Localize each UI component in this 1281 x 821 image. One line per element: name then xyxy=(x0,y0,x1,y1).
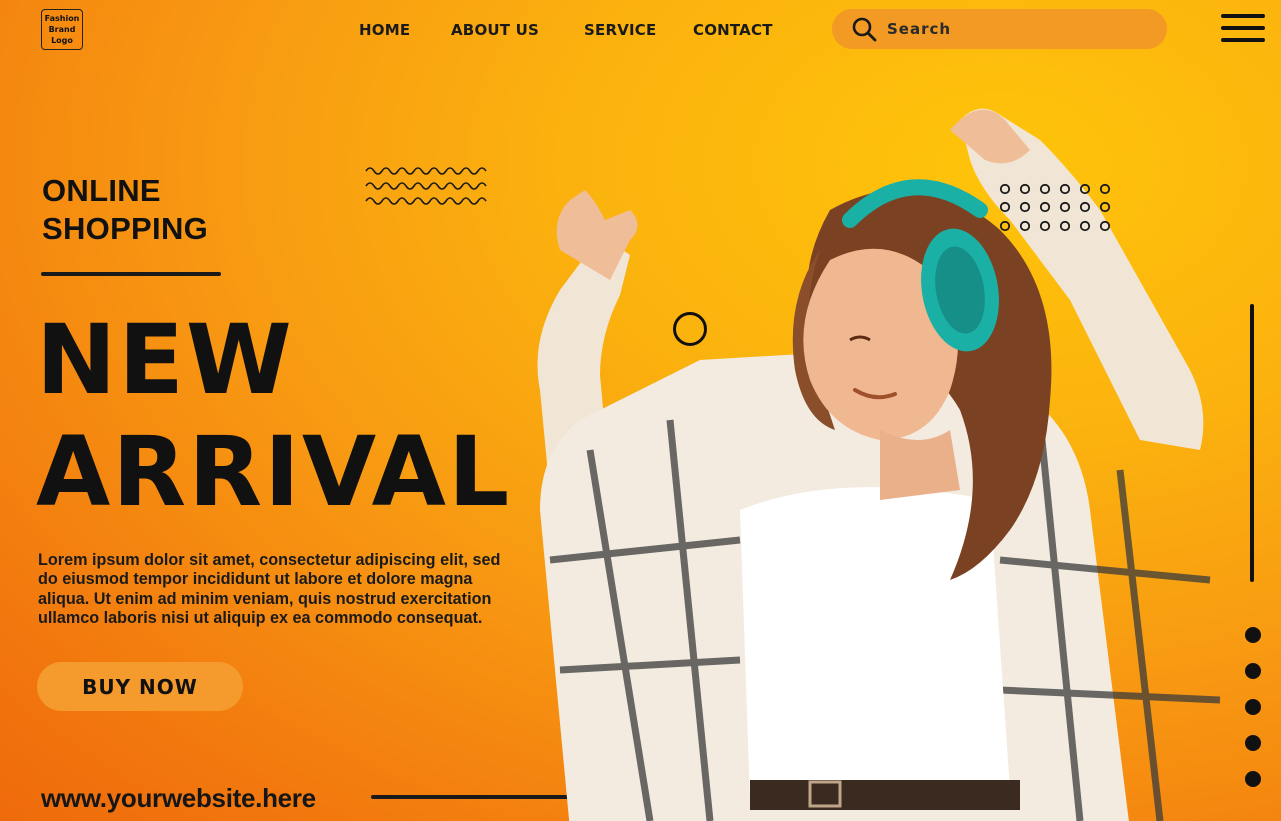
nav-service[interactable]: SERVICE xyxy=(584,21,656,39)
hamburger-menu-icon[interactable] xyxy=(1221,14,1265,44)
logo-line-1: Fashion xyxy=(44,14,80,23)
kicker-divider xyxy=(41,272,221,276)
headline-arrival: ARRIVAL xyxy=(36,416,512,528)
search-input[interactable] xyxy=(885,19,1139,39)
pager-dot-3[interactable] xyxy=(1245,699,1261,715)
wavy-lines-decoration xyxy=(365,167,487,205)
pager-dot-2[interactable] xyxy=(1245,663,1261,679)
kicker-line-2: SHOPPING xyxy=(42,211,209,246)
kicker-line-1: ONLINE xyxy=(42,173,161,208)
website-url[interactable]: www.yourwebsite.here xyxy=(41,783,316,814)
hero-description: Lorem ipsum dolor sit amet, consectetur … xyxy=(38,551,501,627)
headline-new: NEW xyxy=(36,304,294,416)
search-bar[interactable] xyxy=(832,9,1167,49)
nav-home[interactable]: HOME xyxy=(359,21,410,39)
nav-about-us[interactable]: ABOUT US xyxy=(451,21,539,39)
dot-grid-decoration-right xyxy=(999,183,1111,232)
search-icon[interactable] xyxy=(851,16,877,42)
logo-line-3: Logo xyxy=(51,36,73,45)
pager-dot-5[interactable] xyxy=(1245,771,1261,787)
pager-dot-4[interactable] xyxy=(1245,735,1261,751)
brand-logo[interactable]: Fashion Brand Logo xyxy=(41,9,83,50)
buy-now-button[interactable]: BUY NOW xyxy=(37,662,243,711)
logo-line-2: Brand xyxy=(48,25,76,34)
nav-contact[interactable]: CONTACT xyxy=(693,21,773,39)
vertical-scroll-indicator[interactable] xyxy=(1250,304,1254,582)
hero-photo-woman-with-headphones xyxy=(537,108,1221,821)
pager-dot-1[interactable] xyxy=(1245,627,1261,643)
hero-kicker: ONLINE SHOPPING xyxy=(42,172,208,248)
